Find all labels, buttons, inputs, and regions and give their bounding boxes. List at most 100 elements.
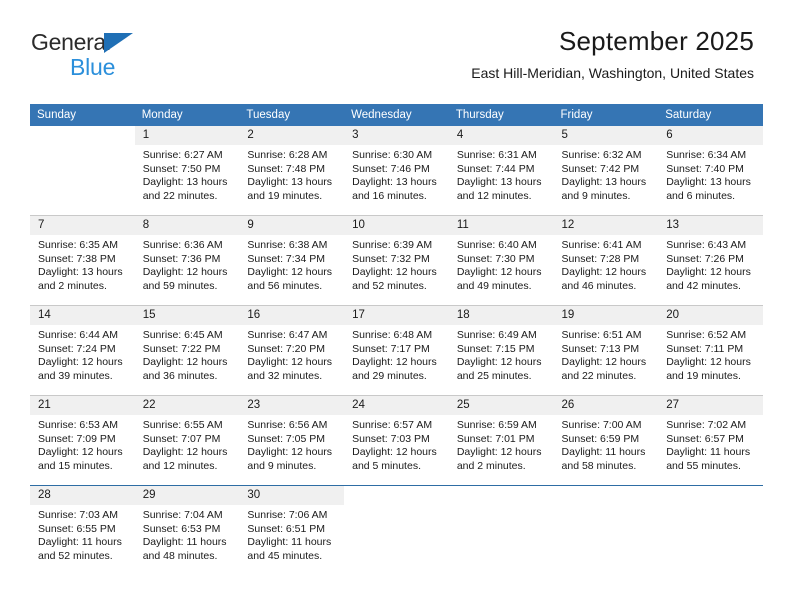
sunrise-text: Sunrise: 6:32 AM: [561, 149, 642, 161]
daylight-text-line1: Daylight: 12 hours: [561, 356, 647, 369]
calendar-day-cell[interactable]: 11 Sunrise: 6:40 AM Sunset: 7:30 PM Dayligh…: [448, 215, 554, 306]
calendar-day-cell[interactable]: 15 Sunrise: 6:45 AM Sunset: 7:22 PM Dayligh…: [134, 305, 240, 396]
sunrise-text: Sunrise: 6:43 AM: [666, 239, 747, 251]
calendar-day-cell[interactable]: 27 Sunrise: 7:02 AM Sunset: 6:57 PM Dayligh…: [658, 395, 763, 486]
sunrise-text: Sunrise: 6:49 AM: [456, 329, 537, 341]
daylight-text-line2: and 46 minutes.: [561, 279, 637, 292]
calendar-day-cell[interactable]: 25 Sunrise: 6:59 AM Sunset: 7:01 PM Dayligh…: [448, 395, 554, 486]
day-number: 29: [134, 486, 240, 505]
sunset-text: Sunset: 7:50 PM: [142, 162, 221, 175]
day-number: [344, 486, 449, 505]
calendar-day-cell[interactable]: 18 Sunrise: 6:49 AM Sunset: 7:15 PM Dayligh…: [448, 305, 554, 396]
sunset-text: Sunset: 7:09 PM: [38, 432, 116, 445]
sunrise-text: Sunrise: 6:41 AM: [561, 239, 642, 251]
calendar-day-cell-empty: [553, 485, 659, 575]
sunrise-text: Sunrise: 7:00 AM: [561, 419, 642, 431]
day-info: Sunrise: 6:28 AM Sunset: 7:48 PM Daylight:…: [239, 145, 344, 203]
daylight-text-line2: and 58 minutes.: [561, 459, 637, 472]
calendar-day-cell[interactable]: 5 Sunrise: 6:32 AM Sunset: 7:42 PM Daylight…: [553, 126, 659, 216]
daylight-text-line1: Daylight: 13 hours: [38, 266, 123, 279]
daylight-text-line1: Daylight: 11 hours: [142, 536, 227, 549]
calendar-table: Sunday Monday Tuesday Wednesday Thursday Frid…: [30, 104, 763, 575]
calendar-day-cell[interactable]: 6 Sunrise: 6:34 AM Sunset: 7:40 PM Daylight…: [658, 126, 763, 216]
sunset-text: Sunset: 7:01 PM: [456, 432, 535, 445]
daylight-text-line2: and 12 minutes.: [456, 189, 532, 202]
sunset-text: Sunset: 7:15 PM: [456, 342, 535, 355]
day-number: 18: [448, 306, 554, 325]
daylight-text-line1: Daylight: 12 hours: [247, 356, 333, 369]
daylight-text-line2: and 29 minutes.: [352, 369, 427, 382]
daylight-text-line2: and 19 minutes.: [666, 369, 741, 382]
daylight-text-line2: and 52 minutes.: [38, 549, 113, 562]
day-number: 21: [30, 396, 135, 415]
calendar-day-cell[interactable]: 10 Sunrise: 6:39 AM Sunset: 7:32 PM Dayligh…: [344, 215, 449, 306]
sunset-text: Sunset: 7:20 PM: [247, 342, 326, 355]
daylight-text-line2: and 22 minutes.: [561, 369, 637, 382]
calendar-day-cell[interactable]: 14 Sunrise: 6:44 AM Sunset: 7:24 PM Dayligh…: [30, 305, 135, 396]
daylight-text-line1: Daylight: 13 hours: [142, 176, 228, 189]
calendar-day-cell[interactable]: 7 Sunrise: 6:35 AM Sunset: 7:38 PM Daylight…: [30, 215, 135, 306]
day-info: Sunrise: 6:47 AM Sunset: 7:20 PM Daylight:…: [239, 325, 344, 383]
calendar-week-row: 21 Sunrise: 6:53 AM Sunset: 7:09 PM Dayligh…: [30, 395, 763, 486]
calendar-day-cell[interactable]: 29 Sunrise: 7:04 AM Sunset: 6:53 PM Dayligh…: [134, 485, 240, 575]
calendar-day-cell[interactable]: 3 Sunrise: 6:30 AM Sunset: 7:46 PM Daylight…: [344, 126, 449, 216]
sunrise-text: Sunrise: 6:30 AM: [352, 149, 433, 161]
day-info: Sunrise: 6:35 AM Sunset: 7:38 PM Daylight:…: [30, 235, 135, 293]
calendar-day-cell[interactable]: 19 Sunrise: 6:51 AM Sunset: 7:13 PM Dayligh…: [553, 305, 659, 396]
weekday-header-friday: Friday: [553, 104, 659, 126]
day-info: Sunrise: 7:00 AM Sunset: 6:59 PM Daylight:…: [554, 415, 659, 473]
calendar-day-cell[interactable]: 22 Sunrise: 6:55 AM Sunset: 7:07 PM Dayligh…: [134, 395, 240, 486]
day-number: 2: [239, 126, 345, 145]
weekday-header-wednesday: Wednesday: [344, 104, 449, 126]
daylight-text-line1: Daylight: 13 hours: [352, 176, 437, 189]
calendar-day-cell[interactable]: 23 Sunrise: 6:56 AM Sunset: 7:05 PM Dayligh…: [239, 395, 345, 486]
calendar-day-cell[interactable]: 20 Sunrise: 6:52 AM Sunset: 7:11 PM Dayligh…: [658, 305, 763, 396]
sunset-text: Sunset: 7:44 PM: [456, 162, 535, 175]
calendar-day-cell[interactable]: 2 Sunrise: 6:28 AM Sunset: 7:48 PM Daylight…: [239, 126, 345, 216]
daylight-text-line2: and 25 minutes.: [456, 369, 532, 382]
calendar-day-cell[interactable]: 12 Sunrise: 6:41 AM Sunset: 7:28 PM Dayligh…: [553, 215, 659, 306]
sunrise-text: Sunrise: 6:44 AM: [38, 329, 118, 341]
sunrise-text: Sunrise: 6:45 AM: [142, 329, 223, 341]
day-info: Sunrise: 7:03 AM Sunset: 6:55 PM Daylight:…: [30, 505, 135, 563]
daylight-text-line2: and 16 minutes.: [352, 189, 427, 202]
day-info: Sunrise: 6:40 AM Sunset: 7:30 PM Daylight:…: [449, 235, 554, 293]
calendar-day-cell[interactable]: 30 Sunrise: 7:06 AM Sunset: 6:51 PM Dayligh…: [239, 485, 345, 575]
weekday-header-monday: Monday: [134, 104, 240, 126]
calendar-day-cell[interactable]: 1 Sunrise: 6:27 AM Sunset: 7:50 PM Daylight…: [134, 126, 240, 216]
day-number: 10: [344, 216, 449, 235]
calendar-day-cell[interactable]: 8 Sunrise: 6:36 AM Sunset: 7:36 PM Daylight…: [134, 215, 240, 306]
day-info: Sunrise: 6:57 AM Sunset: 7:03 PM Daylight:…: [344, 415, 449, 473]
daylight-text-line1: Daylight: 12 hours: [352, 446, 437, 459]
calendar-day-cell[interactable]: 28 Sunrise: 7:03 AM Sunset: 6:55 PM Dayligh…: [30, 485, 135, 575]
daylight-text-line2: and 52 minutes.: [352, 279, 427, 292]
daylight-text-line2: and 6 minutes.: [666, 189, 736, 202]
day-info: Sunrise: 6:41 AM Sunset: 7:28 PM Daylight:…: [554, 235, 659, 293]
sunrise-text: Sunrise: 6:35 AM: [38, 239, 118, 251]
day-number: 22: [134, 396, 240, 415]
daylight-text-line1: Daylight: 13 hours: [666, 176, 751, 189]
sunset-text: Sunset: 7:48 PM: [247, 162, 326, 175]
daylight-text-line1: Daylight: 11 hours: [561, 446, 646, 459]
calendar-day-cell[interactable]: 9 Sunrise: 6:38 AM Sunset: 7:34 PM Daylight…: [239, 215, 345, 306]
daylight-text-line2: and 36 minutes.: [142, 369, 218, 382]
sunrise-text: Sunrise: 6:31 AM: [456, 149, 537, 161]
calendar-day-cell[interactable]: 13 Sunrise: 6:43 AM Sunset: 7:26 PM Dayligh…: [658, 215, 763, 306]
daylight-text-line1: Daylight: 12 hours: [666, 356, 751, 369]
daylight-text-line1: Daylight: 12 hours: [247, 266, 333, 279]
calendar-day-cell[interactable]: 4 Sunrise: 6:31 AM Sunset: 7:44 PM Daylight…: [448, 126, 554, 216]
daylight-text-line2: and 45 minutes.: [247, 549, 323, 562]
calendar-day-cell[interactable]: 26 Sunrise: 7:00 AM Sunset: 6:59 PM Dayligh…: [553, 395, 659, 486]
calendar-day-cell[interactable]: 17 Sunrise: 6:48 AM Sunset: 7:17 PM Dayligh…: [344, 305, 449, 396]
calendar-day-cell[interactable]: 16 Sunrise: 6:47 AM Sunset: 7:20 PM Dayligh…: [239, 305, 345, 396]
daylight-text-line1: Daylight: 12 hours: [352, 356, 437, 369]
calendar-day-cell[interactable]: 24 Sunrise: 6:57 AM Sunset: 7:03 PM Dayligh…: [344, 395, 449, 486]
day-info: Sunrise: 7:04 AM Sunset: 6:53 PM Daylight:…: [135, 505, 240, 563]
day-number: 4: [448, 126, 554, 145]
daylight-text-line2: and 56 minutes.: [247, 279, 323, 292]
day-info: Sunrise: 6:36 AM Sunset: 7:36 PM Daylight:…: [135, 235, 240, 293]
sunset-text: Sunset: 7:03 PM: [352, 432, 430, 445]
day-number: 11: [448, 216, 554, 235]
day-info: Sunrise: 6:49 AM Sunset: 7:15 PM Daylight:…: [449, 325, 554, 383]
calendar-day-cell[interactable]: 21 Sunrise: 6:53 AM Sunset: 7:09 PM Dayligh…: [30, 395, 135, 486]
